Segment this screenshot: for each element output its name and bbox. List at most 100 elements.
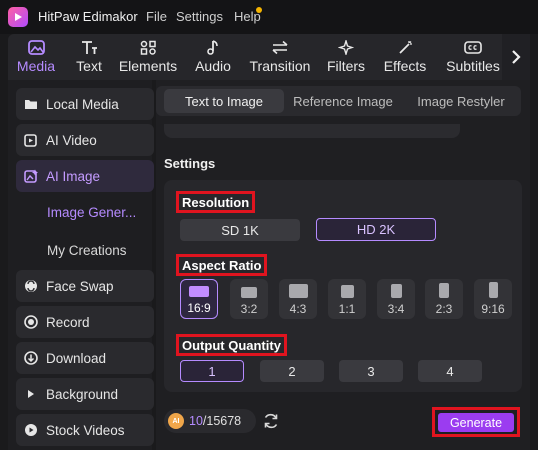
ratio-label: 1:1: [338, 302, 356, 316]
aspect-ratio-3-2[interactable]: 3:2: [230, 279, 268, 319]
sidebar-item-label: AI Image: [46, 168, 101, 184]
app-logo-icon: [8, 7, 28, 27]
output-quantity-label: Output Quantity: [176, 334, 287, 356]
sidebar-item-label: AI Video: [46, 132, 97, 148]
tool-text[interactable]: Text: [70, 34, 108, 80]
sidebar-item-face-swap[interactable]: Face Swap: [16, 270, 154, 302]
ratio-label: 9:16: [481, 302, 505, 316]
tool-subtitles-label: Subtitles: [446, 58, 500, 74]
chevron-right-icon: [512, 50, 521, 64]
sidebar-item-background[interactable]: Background: [16, 378, 154, 410]
credits-total: /15678: [202, 414, 242, 428]
audio-note-icon: [204, 39, 222, 56]
resolution-label: Resolution: [176, 191, 256, 213]
ratio-label: 3:2: [240, 302, 258, 316]
sidebar-item-local-media[interactable]: Local Media: [16, 88, 154, 120]
tab-image-restyler[interactable]: Image Restyler: [406, 86, 516, 116]
sidebar-item-label: Local Media: [46, 96, 119, 112]
title-bar: HitPaw Edimakor File Settings Help: [0, 0, 538, 34]
tool-transition-label: Transition: [249, 58, 311, 74]
tool-elements[interactable]: Elements: [118, 34, 178, 80]
refresh-icon[interactable]: [262, 412, 280, 430]
tool-effects[interactable]: Effects: [380, 34, 430, 80]
credits-used: 10: [189, 414, 203, 428]
sidebar-subitem-my-creations[interactable]: My Creations: [47, 243, 127, 258]
app-title: HitPaw Edimakor: [38, 9, 138, 24]
effects-wand-icon: [396, 39, 414, 56]
tab-reference-image[interactable]: Reference Image: [286, 86, 400, 116]
download-icon: [24, 351, 38, 365]
ratio-label: 16:9: [187, 301, 211, 315]
sidebar-item-ai-image[interactable]: AI Image: [16, 160, 154, 192]
menu-settings[interactable]: Settings: [176, 9, 223, 24]
aspect-ratio-label: Aspect Ratio: [176, 254, 268, 276]
play-icon: [24, 423, 38, 437]
ratio-label: 2:3: [435, 302, 453, 316]
aspect-ratio-9-16[interactable]: 9:16: [474, 279, 512, 319]
left-sidebar: Local Media AI Video AI Image Image Gene…: [8, 80, 154, 450]
ratio-label: 3:4: [387, 302, 405, 316]
ratio-shape: [288, 284, 308, 298]
tool-filters-label: Filters: [326, 58, 366, 74]
quantity-2-button[interactable]: 2: [260, 360, 324, 382]
transition-arrows-icon: [271, 39, 289, 56]
sidebar-item-label: Face Swap: [46, 278, 114, 294]
ratio-shape: [241, 287, 257, 298]
sidebar-item-label: Download: [46, 350, 107, 366]
aspect-ratio-4-3[interactable]: 4:3: [279, 279, 317, 319]
ratio-shape: [488, 282, 498, 298]
tool-audio[interactable]: Audio: [190, 34, 236, 80]
tab-text-to-image[interactable]: Text to Image: [164, 89, 284, 113]
sidebar-item-ai-video[interactable]: AI Video: [16, 124, 154, 156]
feature-toolbar: Media Text Elements Audio Transition Fil…: [8, 34, 530, 80]
sidebar-item-label: Stock Videos: [46, 422, 125, 438]
ratio-shape: [189, 286, 209, 297]
tool-effects-label: Effects: [383, 58, 427, 74]
aspect-ratio-2-3[interactable]: 2:3: [425, 279, 463, 319]
quantity-3-button[interactable]: 3: [339, 360, 403, 382]
notification-dot: [256, 7, 262, 13]
tool-filters[interactable]: Filters: [324, 34, 368, 80]
quantity-4-button[interactable]: 4: [418, 360, 482, 382]
sidebar-item-record[interactable]: Record: [16, 306, 154, 338]
ai-image-icon: [24, 169, 38, 183]
subtitles-cc-icon: [464, 39, 482, 56]
generate-button[interactable]: Generate: [438, 413, 514, 432]
tool-transition[interactable]: Transition: [248, 34, 312, 80]
menu-file[interactable]: File: [146, 9, 167, 24]
ai-video-icon: [24, 133, 38, 147]
tool-media-label: Media: [16, 58, 56, 74]
folder-icon: [24, 97, 38, 111]
filters-sparkle-icon: [337, 39, 355, 56]
sidebar-item-download[interactable]: Download: [16, 342, 154, 374]
sidebar-item-label: Record: [46, 314, 90, 330]
ratio-shape: [439, 283, 449, 298]
tool-media[interactable]: Media: [12, 34, 60, 80]
tool-elements-label: Elements: [118, 58, 178, 74]
tool-subtitles[interactable]: Subtitles: [440, 34, 506, 80]
resolution-hd-button[interactable]: HD 2K: [316, 218, 436, 241]
sidebar-item-label: Background: [46, 386, 119, 402]
aspect-ratio-1-1[interactable]: 1:1: [328, 279, 366, 319]
prompt-area-bottom: [164, 124, 460, 138]
aspect-ratio-16-9[interactable]: 16:9: [180, 279, 218, 319]
mode-tabs: Text to Image Reference Image Image Rest…: [156, 86, 521, 116]
record-icon: [24, 315, 38, 329]
tool-text-label: Text: [76, 58, 102, 74]
ratio-label: 4:3: [289, 302, 307, 316]
sidebar-subitem-image-generator[interactable]: Image Gener...: [47, 205, 136, 220]
quantity-1-button[interactable]: 1: [180, 360, 244, 382]
ratio-shape: [390, 284, 402, 298]
aspect-ratio-3-4[interactable]: 3:4: [377, 279, 415, 319]
triangle-right-icon: [24, 387, 38, 401]
ratio-shape: [340, 285, 354, 298]
media-icon: [27, 39, 45, 56]
elements-icon: [139, 39, 157, 56]
toolbar-next-button[interactable]: [502, 34, 530, 80]
text-icon: [80, 39, 98, 56]
tool-audio-label: Audio: [195, 58, 231, 74]
credits-counter: AI 10 /15678: [164, 409, 256, 433]
resolution-sd-button[interactable]: SD 1K: [180, 219, 300, 241]
sidebar-item-stock-videos[interactable]: Stock Videos: [16, 414, 154, 446]
face-swap-icon: [24, 279, 38, 293]
